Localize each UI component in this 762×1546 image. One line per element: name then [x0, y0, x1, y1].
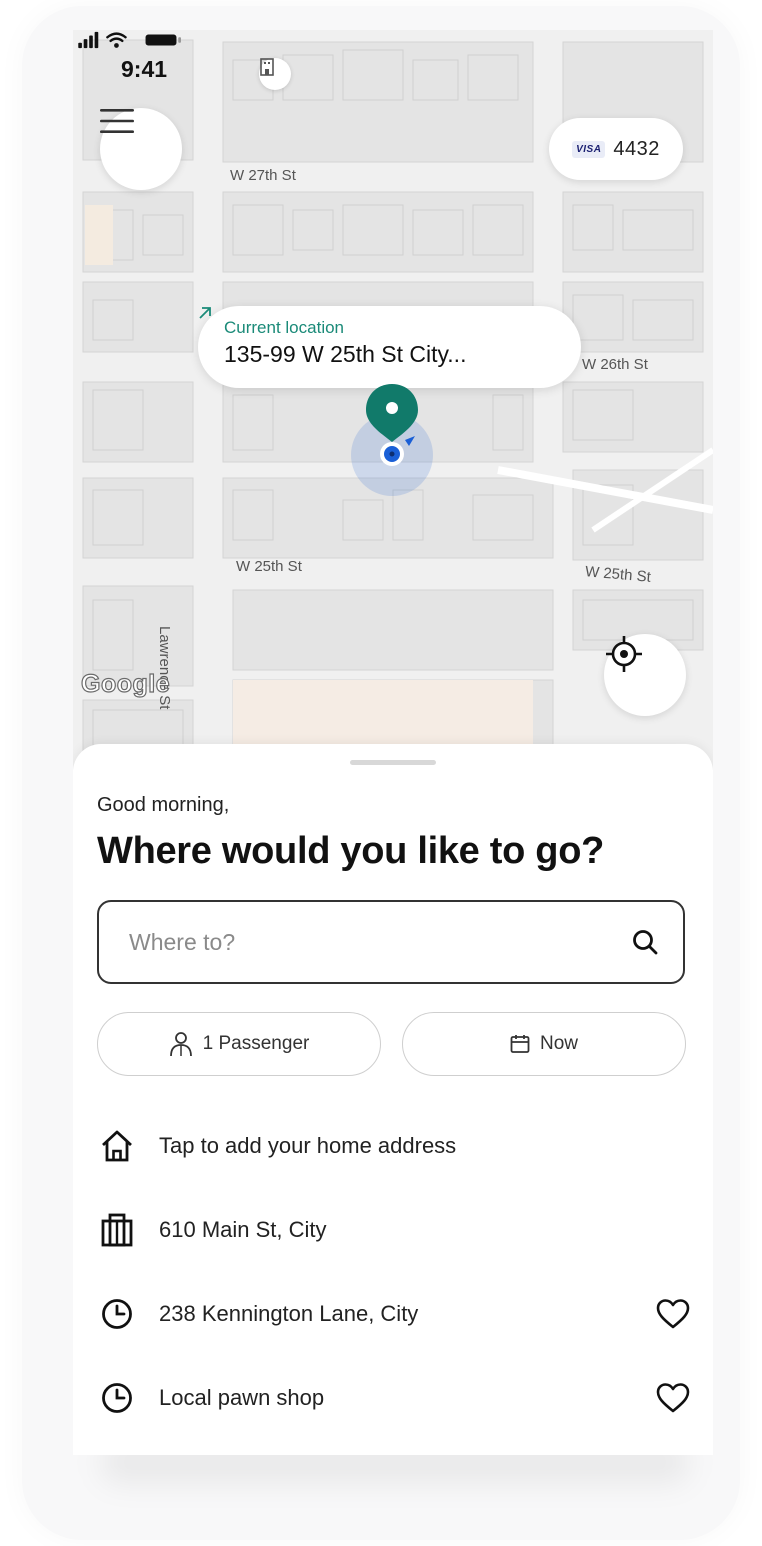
- recenter-location-button[interactable]: [604, 634, 686, 716]
- crosshair-icon: [606, 636, 642, 672]
- saved-place-work[interactable]: 610 Main St, City: [97, 1200, 693, 1260]
- map-poi-building-icon[interactable]: [259, 58, 291, 90]
- person-icon: [169, 1032, 192, 1057]
- building-icon: [97, 1210, 137, 1250]
- destination-label: 610 Main St, City: [159, 1217, 327, 1242]
- wifi-icon: [106, 32, 127, 43]
- payment-method-pill[interactable]: VISA 4432: [549, 118, 683, 180]
- sheet-drag-handle[interactable]: [350, 760, 436, 765]
- destination-search-box[interactable]: [97, 900, 685, 984]
- favorite-heart-icon[interactable]: [653, 1378, 693, 1418]
- destination-label: Local pawn shop: [159, 1385, 325, 1410]
- hamburger-icon: [100, 109, 134, 133]
- passenger-count-chip[interactable]: 1 Passenger: [97, 1012, 381, 1076]
- greeting-text: Good morning,: [97, 794, 230, 816]
- menu-button[interactable]: [100, 108, 182, 190]
- phone-screen: W 27th St W 26th St W 25th St W 25th St …: [73, 30, 713, 1455]
- status-icons: [78, 31, 181, 49]
- battery-icon: [145, 34, 181, 46]
- map-view[interactable]: W 27th St W 26th St W 25th St W 25th St …: [73, 30, 713, 770]
- google-attribution-logo: Google: [80, 669, 171, 698]
- street-label-w25: W 25th St: [236, 558, 302, 575]
- arrow-up-right-icon: [199, 307, 211, 319]
- cellular-signal-icon: [78, 31, 99, 49]
- recent-destination[interactable]: Local pawn shop: [97, 1368, 693, 1428]
- street-label-w26: W 26th St: [582, 356, 648, 373]
- pickup-time-label: Now: [539, 1033, 578, 1054]
- saved-place-home[interactable]: Tap to add your home address: [97, 1116, 693, 1176]
- home-icon: [97, 1126, 137, 1166]
- current-location-address: 135-99 W 25th St City...: [224, 341, 467, 367]
- current-location-label-row: Current location: [199, 307, 555, 338]
- destination-sheet: Good morning, Where would you like to go…: [73, 744, 713, 1455]
- clock-icon: [97, 1294, 137, 1334]
- destination-search-input[interactable]: [127, 927, 591, 957]
- street-label-w27: W 27th St: [230, 167, 296, 184]
- card-last-digits: 4432: [613, 137, 660, 160]
- search-icon[interactable]: [631, 928, 659, 956]
- clock-icon: [97, 1378, 137, 1418]
- pickup-time-chip[interactable]: Now: [402, 1012, 686, 1076]
- recent-destination[interactable]: 238 Kennington Lane, City: [97, 1284, 693, 1344]
- destination-label: Tap to add your home address: [159, 1133, 457, 1158]
- passenger-count-label: 1 Passenger: [202, 1033, 310, 1054]
- favorite-heart-icon[interactable]: [653, 1294, 693, 1334]
- location-marker: [351, 384, 433, 496]
- current-location-label: Current location: [224, 318, 345, 337]
- destination-label: 238 Kennington Lane, City: [159, 1301, 419, 1326]
- page-title: Where would you like to go?: [97, 830, 605, 872]
- status-time: 9:41: [121, 56, 168, 82]
- calendar-icon: [510, 1035, 530, 1053]
- current-location-bubble[interactable]: Current location 135-99 W 25th St City..…: [198, 306, 581, 388]
- visa-card-icon: VISA: [572, 140, 606, 158]
